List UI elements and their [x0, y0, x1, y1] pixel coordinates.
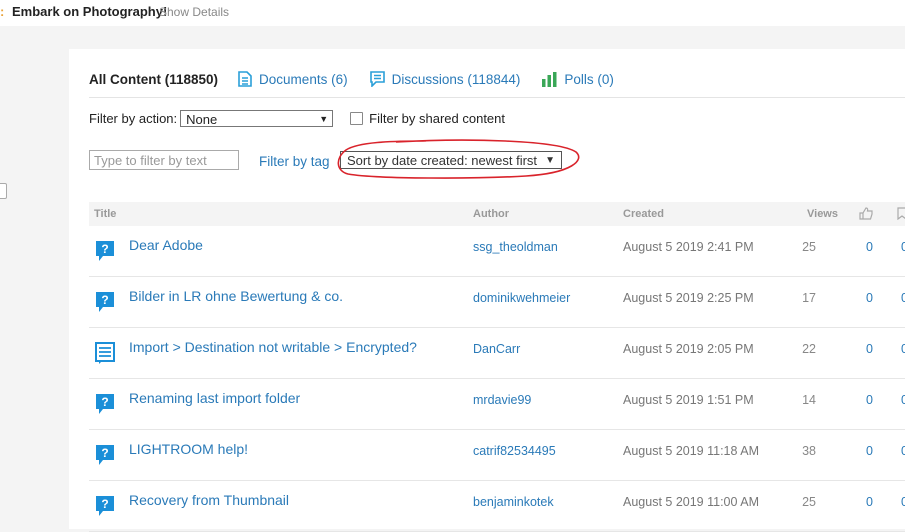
show-details-link[interactable]: Show Details: [159, 5, 229, 19]
table-row: ? LIGHTROOM help! catrif82534495 August …: [89, 430, 905, 481]
views-count: 22: [802, 342, 816, 356]
column-title[interactable]: Title: [94, 208, 116, 220]
table-row: ? Recovery from Thumbnail benjaminkotek …: [89, 481, 905, 532]
tab-polls-label: Polls (0): [564, 71, 614, 87]
content-list: ? Dear Adobe ssg_theoldman August 5 2019…: [89, 226, 905, 532]
created-date: August 5 2019 11:00 AM: [623, 495, 759, 509]
question-icon: ?: [96, 292, 114, 312]
dropdown-arrow-icon: ▼: [319, 114, 329, 124]
created-date: August 5 2019 1:51 PM: [623, 393, 754, 407]
tab-documents-label: Documents (6): [259, 71, 348, 87]
content-title-link[interactable]: Import > Destination not writable > Encr…: [129, 339, 417, 355]
created-date: August 5 2019 11:18 AM: [623, 444, 759, 458]
action-filter-value: None: [186, 112, 218, 127]
sort-select-value: Sort by date created: newest first: [347, 153, 538, 168]
views-count: 14: [802, 393, 816, 407]
bookmarks-count[interactable]: 0: [901, 495, 905, 509]
svg-text:?: ?: [101, 293, 108, 307]
tab-discussions-label: Discussions (118844): [391, 71, 521, 87]
dropdown-arrow-icon: ▼: [545, 155, 555, 166]
table-header: Title Author Created Views: [89, 202, 905, 226]
tab-discussions[interactable]: Discussions (118844): [369, 71, 521, 87]
content-title-link[interactable]: Recovery from Thumbnail: [129, 492, 289, 508]
bookmarks-count[interactable]: 0: [901, 240, 905, 254]
svg-text:?: ?: [101, 242, 108, 256]
table-row: ? Renaming last import folder mrdavie99 …: [89, 379, 905, 430]
content-panel: All Content (118850) Documents (6) Discu…: [69, 49, 905, 532]
shared-content-checkbox[interactable]: [350, 112, 364, 125]
likes-count[interactable]: 0: [866, 240, 873, 254]
filter-row: Filter by action: None ▼ Filter by share…: [89, 110, 505, 127]
content-title-link[interactable]: Renaming last import folder: [129, 390, 300, 406]
question-icon: ?: [96, 445, 114, 465]
sort-select[interactable]: Sort by date created: newest first ▼: [340, 151, 562, 169]
thumbs-up-icon[interactable]: [859, 207, 873, 220]
likes-count[interactable]: 0: [866, 393, 873, 407]
shared-content-label: Filter by shared content: [369, 111, 506, 126]
tab-documents[interactable]: Documents (6): [238, 71, 348, 87]
author-link[interactable]: dominikwehmeier: [473, 291, 570, 305]
author-link[interactable]: mrdavie99: [473, 393, 531, 407]
author-link[interactable]: ssg_theoldman: [473, 240, 558, 254]
column-author[interactable]: Author: [473, 208, 509, 220]
poll-icon: [542, 71, 557, 87]
bookmarks-count[interactable]: 0: [901, 393, 905, 407]
tab-all-content[interactable]: All Content (118850): [89, 72, 218, 87]
bookmark-icon[interactable]: [897, 207, 905, 220]
filter-by-tag-link[interactable]: Filter by tag: [259, 154, 330, 169]
document-icon: [238, 71, 252, 87]
bookmarks-count[interactable]: 0: [901, 342, 905, 356]
tab-all-content-label: All Content (118850): [89, 71, 219, 87]
search-row: Filter by tag Sort by date created: newe…: [89, 150, 689, 174]
content-title-link[interactable]: Dear Adobe: [129, 237, 203, 253]
tab-polls[interactable]: Polls (0): [542, 71, 614, 87]
views-count: 17: [802, 291, 816, 305]
table-row: Import > Destination not writable > Encr…: [89, 328, 905, 379]
views-count: 25: [802, 495, 816, 509]
svg-text:?: ?: [101, 446, 108, 460]
likes-count[interactable]: 0: [866, 291, 873, 305]
discussion-icon: [95, 342, 115, 364]
question-icon: ?: [96, 394, 114, 414]
table-row: ? Bilder in LR ohne Bewertung & co. domi…: [89, 277, 905, 328]
author-link[interactable]: benjaminkotek: [473, 495, 554, 509]
space-title: Embark on Photography!: [12, 4, 168, 19]
table-row: ? Dear Adobe ssg_theoldman August 5 2019…: [89, 226, 905, 277]
sidebar-toggle[interactable]: [0, 183, 7, 199]
created-date: August 5 2019 2:05 PM: [623, 342, 754, 356]
views-count: 25: [802, 240, 816, 254]
header-prefix: :: [0, 4, 5, 19]
action-filter-label: Filter by action:: [89, 111, 178, 126]
tabs-divider: [89, 97, 905, 98]
question-icon: ?: [96, 241, 114, 261]
svg-text:?: ?: [101, 395, 108, 409]
column-views[interactable]: Views: [807, 208, 838, 220]
views-count: 38: [802, 444, 816, 458]
bookmarks-count[interactable]: 0: [901, 444, 905, 458]
space-header: : Embark on Photography! Show Details: [0, 0, 905, 26]
discussion-icon: [369, 71, 385, 87]
content-tabs: All Content (118850) Documents (6) Discu…: [89, 67, 636, 91]
likes-count[interactable]: 0: [866, 342, 873, 356]
author-link[interactable]: catrif82534495: [473, 444, 556, 458]
action-filter-select[interactable]: None ▼: [180, 110, 334, 127]
author-link[interactable]: DanCarr: [473, 342, 520, 356]
column-created[interactable]: Created: [623, 208, 664, 220]
bookmarks-count[interactable]: 0: [901, 291, 905, 305]
created-date: August 5 2019 2:41 PM: [623, 240, 754, 254]
likes-count[interactable]: 0: [866, 444, 873, 458]
likes-count[interactable]: 0: [866, 495, 873, 509]
created-date: August 5 2019 2:25 PM: [623, 291, 754, 305]
svg-text:?: ?: [101, 497, 108, 511]
content-title-link[interactable]: LIGHTROOM help!: [129, 441, 248, 457]
text-filter-input[interactable]: [89, 150, 239, 170]
content-title-link[interactable]: Bilder in LR ohne Bewertung & co.: [129, 288, 343, 304]
